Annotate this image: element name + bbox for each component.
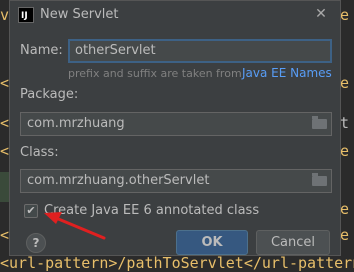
close-icon[interactable]: ✕ [312,5,330,23]
name-input[interactable]: otherServlet [68,39,332,63]
package-browse-button[interactable] [309,113,331,135]
folder-icon [312,173,327,186]
annotated-class-label[interactable]: Create Java EE 6 annotated class [44,203,259,218]
class-field[interactable]: com.mrzhuang.otherServlet [20,169,332,193]
name-label: Name: [20,43,63,58]
dialog-titlebar[interactable]: IJ New Servlet ✕ [10,1,340,29]
intellij-app-icon: IJ [18,7,34,23]
editor-bottom-line: <url-pattern>/pathToServlet</url-pattern… [0,254,354,272]
name-hint-text: prefix and suffix are taken from [68,67,242,80]
folder-icon [312,116,327,129]
annotated-class-checkbox[interactable]: ✔ [24,204,38,218]
help-button[interactable]: ? [26,233,46,253]
package-field[interactable]: com.mrzhuang [20,112,332,136]
java-ee-names-link[interactable]: Java EE Names [242,66,332,80]
package-value: com.mrzhuang [27,116,125,131]
class-browse-button[interactable] [309,170,331,192]
cancel-button[interactable]: Cancel [256,230,330,255]
ok-button[interactable]: OK [176,230,248,255]
dialog-title: New Servlet [40,7,119,22]
class-value: com.mrzhuang.otherServlet [27,173,210,188]
class-label: Class: [20,145,59,160]
package-label: Package: [20,87,79,102]
new-servlet-dialog: IJ New Servlet ✕ Name: otherServlet pref… [9,0,341,256]
